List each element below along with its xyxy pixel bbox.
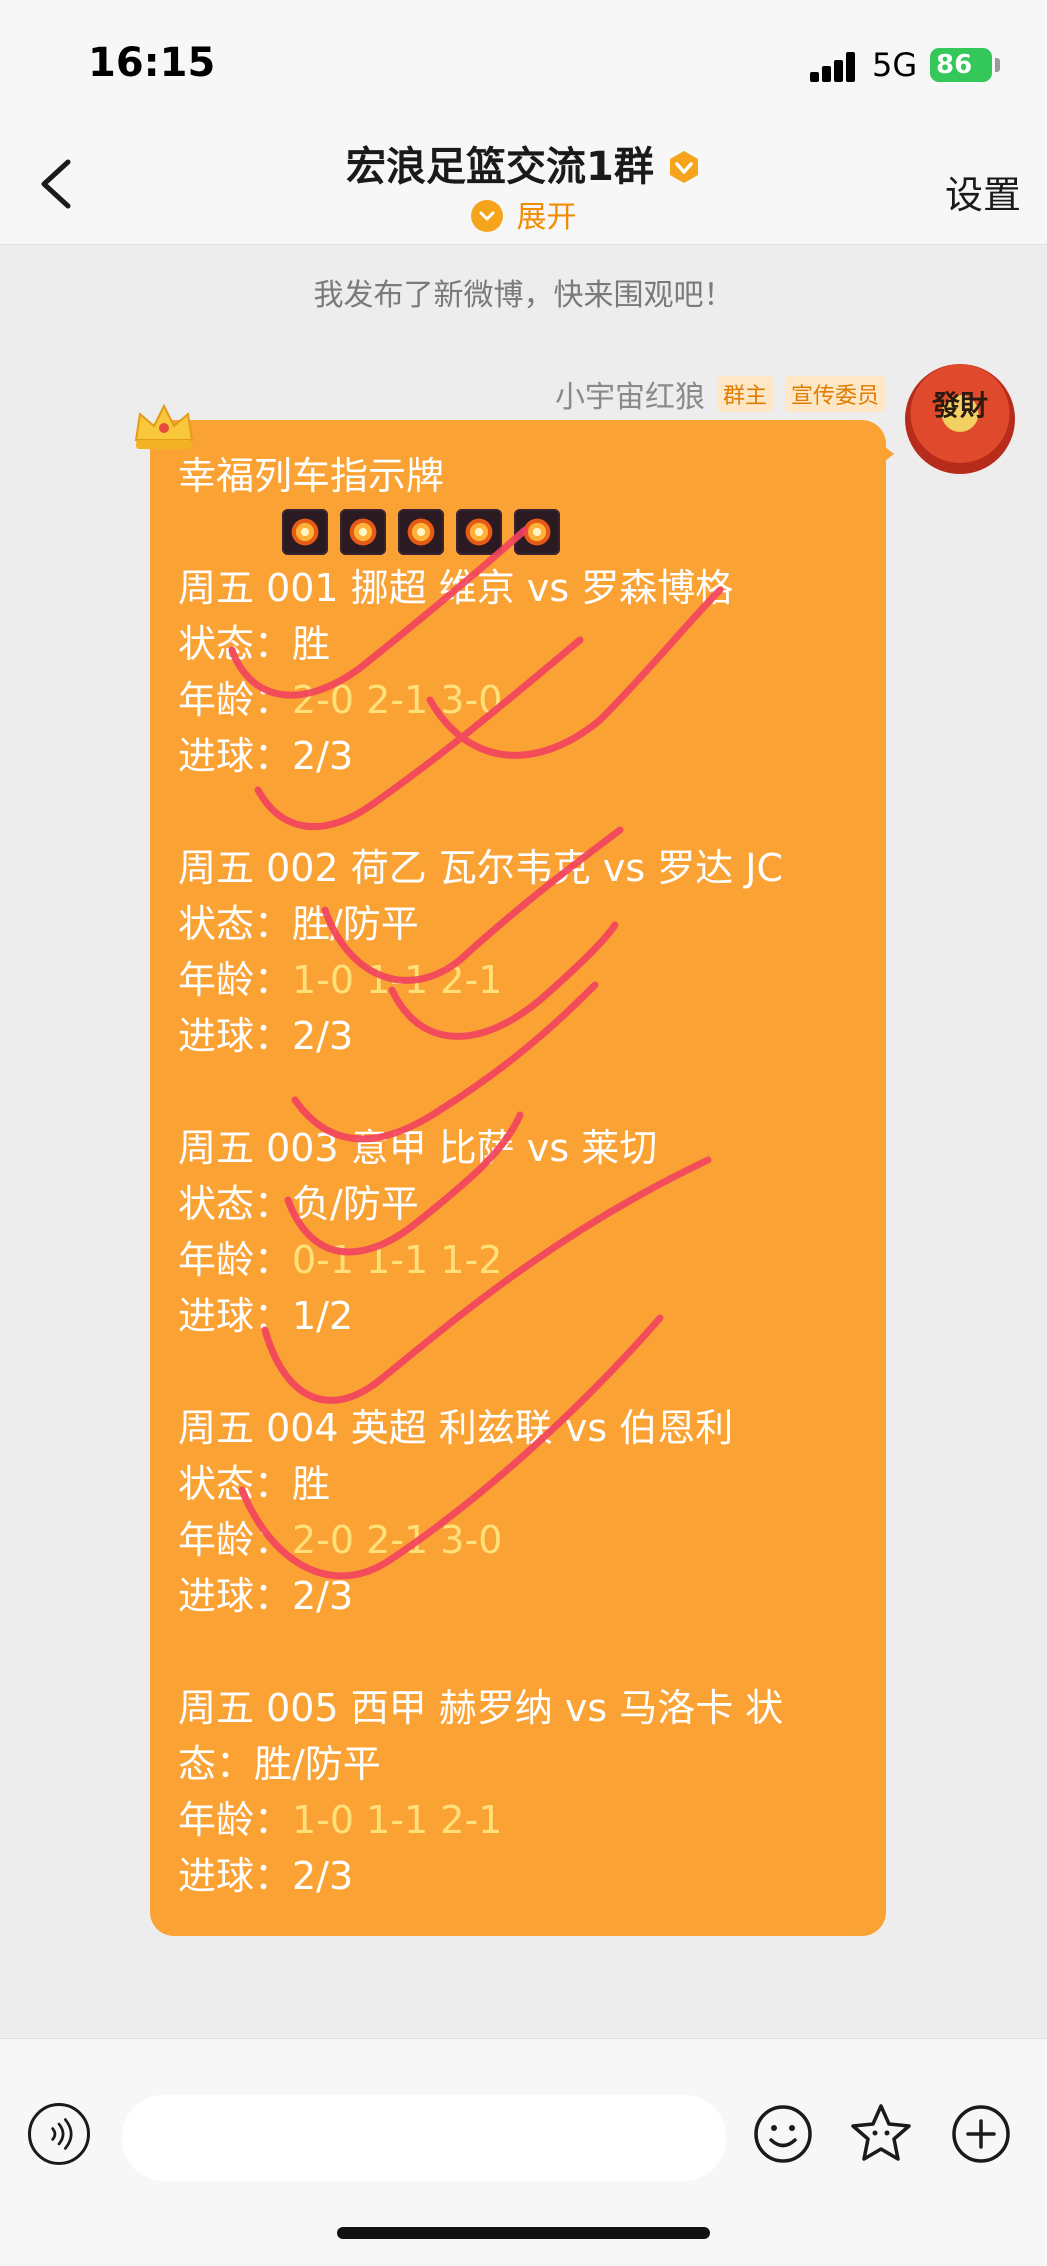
status-time: 16:15 (88, 40, 216, 86)
match-block: 周五 005 西甲 赫罗纳 vs 马洛卡 状 态：胜/防平 年龄：1-0 1-1… (178, 1680, 868, 1904)
match-age: 年龄：1-0 1-1 2-1 (178, 952, 868, 1008)
match-goals: 进球：2/3 (178, 1014, 354, 1058)
status-bar: 16:15 5G 86 (0, 0, 1047, 120)
chat-header: 宏浪足篮交流1群 展开 设置 (0, 120, 1047, 245)
avatar-text: 發財 (931, 389, 988, 422)
voice-icon[interactable] (28, 2103, 90, 2165)
expand-toggle[interactable]: 展开 (0, 192, 1047, 236)
match-goals: 进球：2/3 (178, 734, 354, 778)
match-status: 态：胜/防平 (178, 1742, 381, 1786)
match-age: 年龄：2-0 2-1 3-0 (178, 672, 868, 728)
input-bar (0, 2038, 1047, 2266)
firework-icon (282, 509, 328, 555)
match-block: 周五 001 挪超 维京 vs 罗森博格 状态：胜 年龄：2-0 2-1 3-0… (178, 560, 868, 784)
age-label: 年龄： (178, 1518, 293, 1562)
verified-badge-icon (669, 151, 698, 183)
avatar[interactable]: 發財 (905, 364, 1015, 474)
match-age: 年龄：0-1 1-1 1-2 (178, 1232, 868, 1288)
settings-button[interactable]: 设置 (945, 164, 1021, 219)
age-values: 0-1 1-1 1-2 (292, 1238, 503, 1282)
match-header: 周五 001 挪超 维京 vs 罗森博格 (178, 566, 734, 610)
match-age: 年龄：2-0 2-1 3-0 (178, 1512, 868, 1568)
bubble-tail (876, 440, 894, 468)
plus-icon[interactable] (950, 2103, 1012, 2165)
match-goals: 进球：2/3 (178, 1574, 354, 1618)
battery-icon: 86 (930, 48, 992, 82)
system-message[interactable]: 我发布了新微博，快来围观吧！ (0, 270, 1047, 314)
home-indicator (337, 2227, 710, 2239)
emoji-icon[interactable] (752, 2103, 814, 2165)
match-header: 周五 003 意甲 比萨 vs 莱切 (178, 1126, 658, 1170)
match-block: 周五 002 荷乙 瓦尔韦克 vs 罗达 JC 状态：胜/防平 年龄：1-0 1… (178, 840, 868, 1064)
match-header: 周五 004 英超 利兹联 vs 伯恩利 (178, 1406, 734, 1450)
match-goals: 进球：1/2 (178, 1294, 354, 1338)
age-values: 1-0 1-1 2-1 (292, 1798, 503, 1842)
match-status: 状态：胜/防平 (178, 902, 419, 946)
age-label: 年龄： (178, 1238, 293, 1282)
signal-icon (810, 52, 858, 82)
firework-icon (456, 509, 502, 555)
title-tag: 宣传委员 (784, 376, 885, 412)
age-values: 2-0 2-1 3-0 (292, 1518, 503, 1562)
expand-chevron-icon (470, 200, 503, 232)
match-block: 周五 003 意甲 比萨 vs 莱切 状态：负/防平 年龄：0-1 1-1 1-… (178, 1120, 868, 1344)
age-values: 2-0 2-1 3-0 (292, 678, 503, 722)
firework-icon (398, 509, 444, 555)
match-block: 周五 004 英超 利兹联 vs 伯恩利 状态：胜 年龄：2-0 2-1 3-0… (178, 1400, 868, 1624)
age-label: 年龄： (178, 1798, 293, 1842)
match-status: 状态：胜 (178, 1462, 331, 1506)
network-type: 5G (872, 46, 918, 84)
message-title: 幸福列车指示牌 (178, 454, 445, 498)
message-content: 幸福列车指示牌 周五 001 挪超 维京 vs 罗森博格 状态：胜 年龄：2-0… (178, 448, 868, 1904)
title-wrap: 宏浪足篮交流1群 (0, 134, 1047, 192)
message-input[interactable] (122, 2095, 726, 2181)
firework-icon (340, 509, 386, 555)
match-goals: 进球：2/3 (178, 1854, 354, 1898)
expand-label: 展开 (516, 200, 577, 235)
battery-tip (995, 58, 1000, 72)
sender-name[interactable]: 小宇宙红狼 (555, 372, 705, 416)
match-header: 周五 002 荷乙 瓦尔韦克 vs 罗达 JC (178, 846, 784, 890)
group-title[interactable]: 宏浪足篮交流1群 (346, 144, 654, 190)
age-label: 年龄： (178, 678, 293, 722)
fireworks-row (282, 504, 868, 560)
firework-icon (514, 509, 560, 555)
age-label: 年龄： (178, 958, 293, 1002)
match-age: 年龄：1-0 1-1 2-1 (178, 1792, 868, 1848)
sticker-icon[interactable] (848, 2101, 914, 2167)
match-status: 状态：负/防平 (178, 1182, 419, 1226)
sender-info: 小宇宙红狼 群主 宣传委员 (555, 372, 885, 416)
match-status: 状态：胜 (178, 622, 331, 666)
match-header: 周五 005 西甲 赫罗纳 vs 马洛卡 状 (178, 1686, 784, 1730)
role-tag: 群主 (716, 376, 773, 412)
age-values: 1-0 1-1 2-1 (292, 958, 503, 1002)
